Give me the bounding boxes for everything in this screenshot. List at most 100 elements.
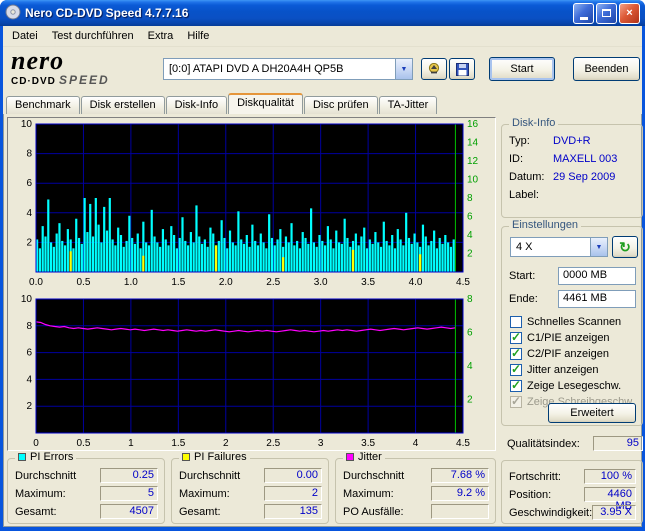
pi-failures-avg-value: 0.00 xyxy=(264,468,322,483)
start-mb-field[interactable]: 0000 MB xyxy=(558,267,636,285)
speed-label: Geschwindigkeit: xyxy=(509,506,593,519)
svg-text:4: 4 xyxy=(413,438,419,449)
quality-index-row: Qualitätsindex: 95 xyxy=(507,436,643,451)
svg-text:14: 14 xyxy=(467,138,479,149)
header: nero CD·DVD SPEED [0:0] ATAPI DVD A DH20… xyxy=(3,47,642,93)
check-icon: ✓ xyxy=(511,362,522,376)
svg-text:2: 2 xyxy=(26,237,32,248)
checkbox-box: ✓ xyxy=(510,316,522,328)
end-mb-field[interactable]: 4461 MB xyxy=(558,290,636,308)
menu-hilfe[interactable]: Hilfe xyxy=(180,28,216,44)
start-mb-label: Start: xyxy=(509,270,536,282)
svg-text:12: 12 xyxy=(467,156,479,167)
svg-text:4: 4 xyxy=(26,208,32,219)
minimize-button[interactable] xyxy=(573,2,594,24)
jitter-avg-value: 7.68 % xyxy=(431,468,489,483)
menu-datei[interactable]: Datei xyxy=(5,28,45,44)
speed-select-value: 4 X xyxy=(516,241,533,253)
avg-label: Durchschnitt xyxy=(343,469,405,482)
disk-label-label: Label: xyxy=(509,189,539,201)
logo-speed-text: SPEED xyxy=(58,73,110,87)
tab-disk-erstellen[interactable]: Disk erstellen xyxy=(80,96,165,114)
menu-bar: Datei Test durchführen Extra Hilfe xyxy=(3,26,642,47)
pi-failures-panel: PI Failures Durchschnitt 0.00 Maximum: 2 G… xyxy=(171,451,329,524)
pi-errors-legend-swatch xyxy=(18,453,26,461)
pi-errors-max-value: 5 xyxy=(100,486,158,501)
chevron-down-icon[interactable]: ▼ xyxy=(590,238,607,256)
start-button[interactable]: Start xyxy=(489,57,555,81)
tab-disc-pruefen[interactable]: Disc prüfen xyxy=(303,96,378,114)
svg-text:4: 4 xyxy=(26,374,32,385)
svg-text:8: 8 xyxy=(467,294,473,305)
end-mb-label: Ende: xyxy=(509,293,538,305)
svg-text:4.5: 4.5 xyxy=(456,438,470,449)
tab-diskqualitaet[interactable]: Diskqualität xyxy=(228,93,303,114)
progress-value: 100 % xyxy=(584,469,636,484)
tab-ta-jitter[interactable]: TA-Jitter xyxy=(378,96,438,114)
svg-text:2: 2 xyxy=(26,401,32,412)
checkbox-c2-pif[interactable]: ✓ C2/PIF anzeigen xyxy=(510,346,609,361)
svg-text:10: 10 xyxy=(21,294,33,305)
jitter-legend-swatch xyxy=(346,453,354,461)
close-button[interactable]: × xyxy=(619,2,640,24)
eject-button[interactable] xyxy=(421,58,447,80)
checkbox-c1-pie[interactable]: ✓ C1/PIE anzeigen xyxy=(510,330,610,345)
drive-select[interactable]: [0:0] ATAPI DVD A DH20A4H QP5B ▼ xyxy=(163,58,413,80)
logo-cddvd-text: CD·DVD xyxy=(11,76,56,87)
disk-info-group: Disk-Info Typ: DVD+R ID: MAXELL 003 Datum:… xyxy=(501,117,643,218)
title-bar[interactable]: Nero CD-DVD Speed 4.7.7.16 × xyxy=(0,0,645,26)
total-label: Gesamt: xyxy=(15,505,57,518)
settings-caption: Einstellungen xyxy=(509,219,582,231)
progress-label: Fortschritt: xyxy=(509,470,561,483)
maximize-button[interactable] xyxy=(596,2,617,24)
svg-text:4.0: 4.0 xyxy=(409,277,423,288)
tab-disk-info[interactable]: Disk-Info xyxy=(165,96,228,114)
pi-failures-legend-swatch xyxy=(182,453,190,461)
close-icon: × xyxy=(626,7,633,19)
disk-date-value: 29 Sep 2009 xyxy=(553,171,616,183)
svg-text:3.0: 3.0 xyxy=(314,277,328,288)
refresh-button[interactable]: ↻ xyxy=(612,236,638,258)
checkbox-lesegeschw[interactable]: ✓ Zeige Lesegeschw. xyxy=(510,378,622,393)
pi-errors-total-value: 4507 xyxy=(100,504,158,519)
drive-select-value: [0:0] ATAPI DVD A DH20A4H QP5B xyxy=(169,63,344,75)
position-label: Position: xyxy=(509,488,552,501)
check-icon: ✓ xyxy=(511,346,522,360)
check-icon: ✓ xyxy=(511,330,522,344)
svg-text:6: 6 xyxy=(26,348,32,359)
advanced-button[interactable]: Erweitert xyxy=(548,403,636,423)
chevron-down-icon[interactable]: ▼ xyxy=(395,59,412,79)
speed-value: 3.95 X xyxy=(592,505,636,520)
svg-text:0.5: 0.5 xyxy=(76,438,90,449)
svg-text:1.5: 1.5 xyxy=(171,277,185,288)
max-label: Maximum: xyxy=(343,487,394,500)
svg-text:2.0: 2.0 xyxy=(219,277,233,288)
svg-text:4: 4 xyxy=(467,361,473,372)
disk-type-value: DVD+R xyxy=(553,135,591,147)
checkbox-label: C2/PIF anzeigen xyxy=(527,348,609,360)
pi-errors-panel: PI Errors Durchschnitt 0.25 Maximum: 5 Ges… xyxy=(7,451,165,524)
svg-text:8: 8 xyxy=(26,149,32,160)
total-label: Gesamt: xyxy=(179,505,221,518)
svg-text:0.0: 0.0 xyxy=(29,277,43,288)
save-button[interactable] xyxy=(449,58,475,80)
checkbox-label: Zeige Lesegeschw. xyxy=(527,380,622,392)
menu-extra[interactable]: Extra xyxy=(141,28,181,44)
quit-button[interactable]: Beenden xyxy=(573,57,640,81)
checkbox-jitter[interactable]: ✓ Jitter anzeigen xyxy=(510,362,599,377)
svg-text:10: 10 xyxy=(467,175,479,186)
pi-errors-caption: PI Errors xyxy=(30,451,74,463)
svg-text:10: 10 xyxy=(21,119,33,130)
tab-strip: Benchmark Disk erstellen Disk-Info Diskq… xyxy=(3,93,642,114)
pi-failures-caption: PI Failures xyxy=(194,451,247,463)
tab-benchmark[interactable]: Benchmark xyxy=(6,96,80,114)
menu-test-durchfuehren[interactable]: Test durchführen xyxy=(45,28,141,44)
svg-text:16: 16 xyxy=(467,119,479,130)
svg-text:1: 1 xyxy=(128,438,134,449)
svg-text:6: 6 xyxy=(26,178,32,189)
speed-select[interactable]: 4 X ▼ xyxy=(510,237,608,257)
svg-text:6: 6 xyxy=(467,328,473,339)
checkbox-box: ✓ xyxy=(510,346,522,360)
avg-label: Durchschnitt xyxy=(179,469,241,482)
checkbox-schnelles-scannen[interactable]: ✓ Schnelles Scannen xyxy=(510,315,621,329)
